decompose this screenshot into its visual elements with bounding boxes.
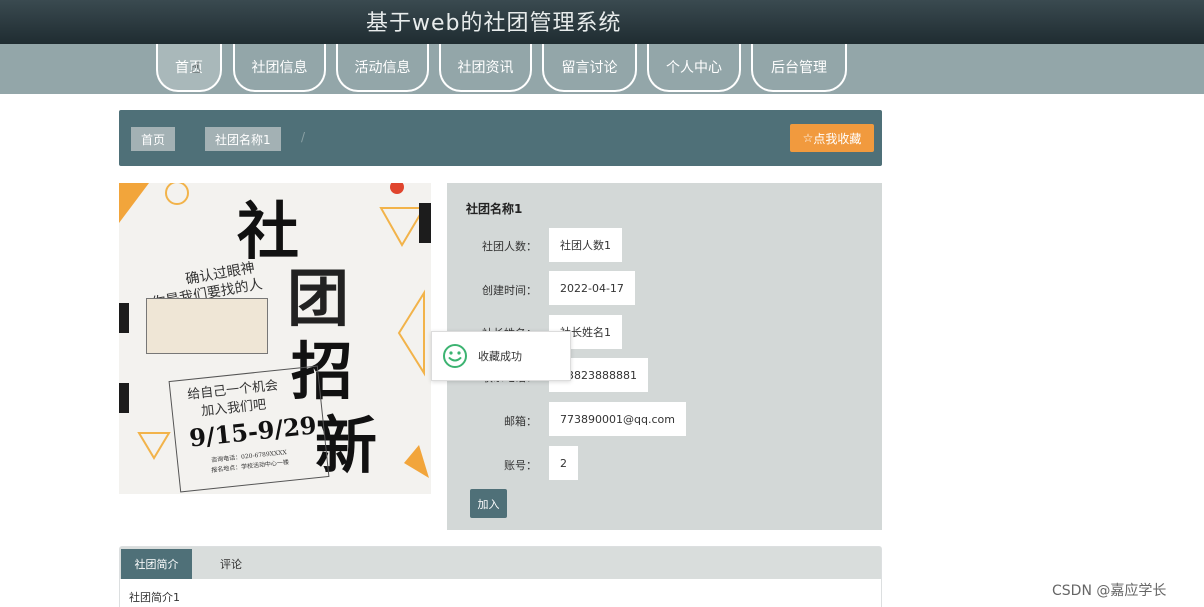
nav-item-label: 社团资讯 (457, 60, 514, 76)
favorite-button[interactable]: ☆ 点我收藏 (790, 124, 874, 152)
tab-club-intro[interactable]: 社团简介 (121, 549, 192, 579)
email-label: 邮箱： (504, 415, 537, 428)
favorite-button-label: 点我收藏 (813, 131, 862, 146)
nav-item-personal-center[interactable]: 个人中心 (647, 44, 741, 92)
hand-cursor-icon: ☝ (191, 58, 201, 77)
nav-item-label: 活动信息 (354, 60, 411, 76)
breadcrumb-separator: / (301, 130, 306, 144)
nav-item-label: 后台管理 (771, 60, 827, 76)
main-nav: 首页 社团信息 活动信息 社团资讯 留言讨论 个人中心 后台管理 (0, 44, 1204, 94)
poster-photo-placeholder (146, 298, 268, 354)
breadcrumb-current: 社团名称1 (205, 127, 281, 151)
nav-item-message-board[interactable]: 留言讨论 (542, 44, 637, 92)
club-name-title: 社团名称1 (466, 202, 523, 216)
detail-tabs: 社团简介 评论 社团简介1 (119, 546, 882, 607)
club-poster-image: 社 团 招 新 确认过眼神 你是我们要找的人 给自己一个机会 加入我们吧 9/1… (119, 183, 431, 494)
nav-item-admin[interactable]: 后台管理 (751, 44, 847, 92)
nav-item-home[interactable]: 首页 (156, 44, 222, 92)
watermark: CSDN @嘉应学长 (1052, 583, 1167, 599)
join-button[interactable]: 加入 (470, 489, 507, 518)
top-header: 基于web的社团管理系统 (0, 0, 1204, 44)
member-count-label: 社团人数： (482, 240, 537, 253)
site-title: 基于web的社团管理系统 (366, 11, 622, 36)
nav-item-label: 留言讨论 (561, 60, 618, 76)
created-date-label: 创建时间： (482, 284, 537, 297)
member-count-value: 社团人数1 (549, 228, 622, 262)
star-icon: ☆ (802, 131, 814, 145)
tab-header: 社团简介 评论 (120, 547, 881, 579)
tab-comments[interactable]: 评论 (192, 549, 270, 579)
email-value: 773890001@qq.com (549, 402, 686, 436)
nav-item-activity-info[interactable]: 活动信息 (336, 44, 429, 92)
nav-item-label: 社团信息 (251, 60, 308, 76)
success-toast: 收藏成功 (431, 331, 571, 381)
toast-text: 收藏成功 (478, 350, 522, 363)
breadcrumb-bar: 首页 / 社团名称1 ☆ 点我收藏 (119, 110, 882, 166)
created-date-value: 2022-04-17 (549, 271, 635, 305)
smile-icon (443, 344, 467, 368)
tab-content-text: 社团简介1 (129, 591, 180, 604)
nav-item-label: 个人中心 (666, 60, 722, 76)
breadcrumb-home[interactable]: 首页 (131, 127, 176, 151)
nav-item-club-info[interactable]: 社团信息 (233, 44, 326, 92)
account-value: 2 (549, 446, 578, 480)
account-label: 账号： (504, 459, 537, 472)
nav-item-club-news[interactable]: 社团资讯 (439, 44, 532, 92)
